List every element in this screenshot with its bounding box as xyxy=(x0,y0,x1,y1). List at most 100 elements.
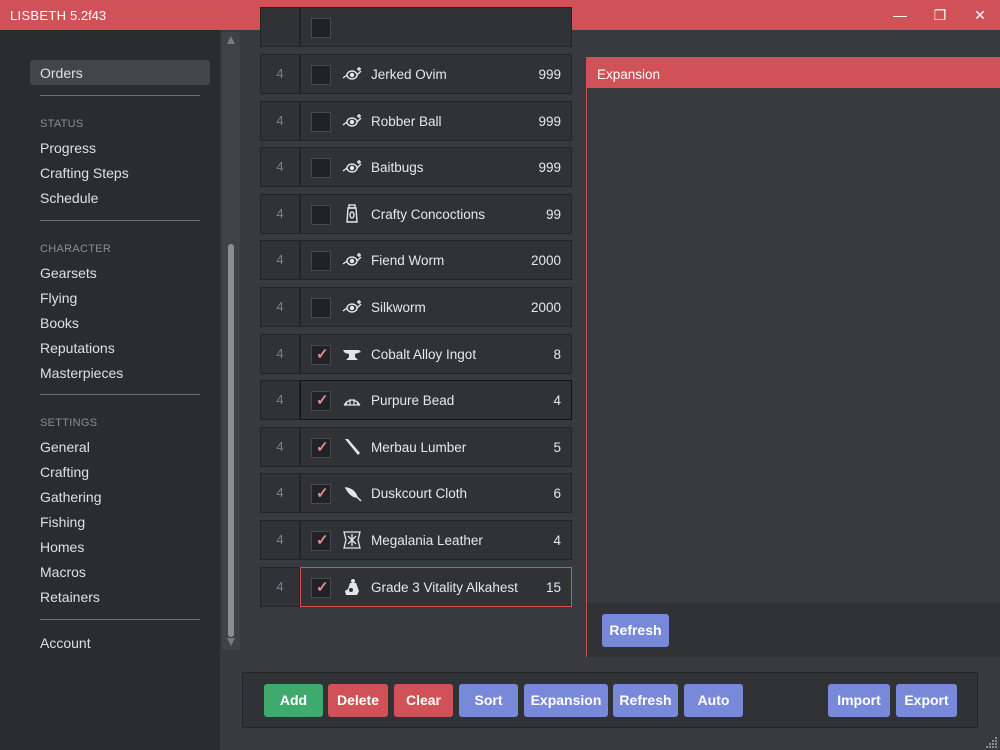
import-button[interactable]: Import xyxy=(828,684,890,717)
expansion-refresh-button[interactable]: Refresh xyxy=(602,614,669,647)
item-quantity: 999 xyxy=(538,114,561,129)
scroll-down-arrow-icon[interactable] xyxy=(227,638,235,646)
add-button[interactable]: Add xyxy=(264,684,323,717)
row-body[interactable]: Robber Ball 999 xyxy=(300,101,572,141)
close-button[interactable]: ✕ xyxy=(960,0,1000,30)
fishing-icon xyxy=(342,157,362,177)
list-item[interactable]: 4 ✓ Cobalt Alloy Ingot 8 xyxy=(260,334,572,374)
row-number xyxy=(260,7,300,47)
row-checkbox[interactable]: ✓ xyxy=(311,484,331,504)
sidebar-item-schedule[interactable]: Schedule xyxy=(40,190,98,206)
sidebar-item-fishing[interactable]: Fishing xyxy=(40,514,85,530)
scrollbar-thumb[interactable] xyxy=(228,244,234,637)
sidebar-item-orders[interactable]: Orders xyxy=(40,65,83,81)
crown-icon xyxy=(342,390,362,410)
section-label-settings: SETTINGS xyxy=(40,417,98,429)
row-checkbox[interactable] xyxy=(311,251,331,271)
row-body[interactable]: Jerked Ovim 999 xyxy=(300,54,572,94)
item-name: Silkworm xyxy=(371,300,426,315)
list-item[interactable]: 4 Silkworm 2000 xyxy=(260,287,572,327)
item-name: Cobalt Alloy Ingot xyxy=(371,347,477,362)
sidebar-item-general[interactable]: General xyxy=(40,439,90,455)
sort-button[interactable]: Sort xyxy=(459,684,518,717)
clear-button[interactable]: Clear xyxy=(394,684,453,717)
row-checkbox[interactable] xyxy=(311,65,331,85)
item-name: Megalania Leather xyxy=(371,533,483,548)
row-number: 4 xyxy=(260,473,300,513)
row-body[interactable] xyxy=(300,7,572,47)
item-name: Duskcourt Cloth xyxy=(371,486,468,501)
sidebar-item-retainers[interactable]: Retainers xyxy=(40,589,100,605)
row-checkbox[interactable] xyxy=(311,18,331,38)
refresh-button[interactable]: Refresh xyxy=(613,684,678,717)
expansion-panel-header: Expansion xyxy=(587,58,1000,88)
list-item[interactable]: 4 ✓ Merbau Lumber 5 xyxy=(260,427,572,467)
divider xyxy=(40,220,200,221)
row-body[interactable]: Silkworm 2000 xyxy=(300,287,572,327)
sidebar-item-gearsets[interactable]: Gearsets xyxy=(40,265,97,281)
list-item[interactable]: 4 Jerked Ovim 999 xyxy=(260,54,572,94)
row-checkbox[interactable]: ✓ xyxy=(311,578,331,598)
sidebar: Orders STATUS Progress Crafting Steps Sc… xyxy=(0,30,220,750)
item-name: Crafty Concoctions xyxy=(371,207,486,222)
row-checkbox[interactable] xyxy=(311,298,331,318)
row-checkbox[interactable]: ✓ xyxy=(311,345,331,365)
list-item[interactable]: 4 Fiend Worm 2000 xyxy=(260,240,572,280)
sidebar-item-masterpieces[interactable]: Masterpieces xyxy=(40,365,123,381)
saw-icon xyxy=(342,437,362,457)
row-body[interactable]: Fiend Worm 2000 xyxy=(300,240,572,280)
row-checkbox[interactable]: ✓ xyxy=(311,438,331,458)
sidebar-item-homes[interactable]: Homes xyxy=(40,539,84,555)
resize-grip-icon[interactable] xyxy=(986,736,998,748)
list-item[interactable]: 4 ✓ Grade 3 Vitality Alkahest 15 xyxy=(260,567,572,607)
row-number: 4 xyxy=(260,380,300,420)
row-body[interactable]: ✓ Cobalt Alloy Ingot 8 xyxy=(300,334,572,374)
row-checkbox[interactable]: ✓ xyxy=(311,391,331,411)
needle-icon xyxy=(342,483,362,503)
expansion-panel: Expansion Refresh xyxy=(586,57,1000,657)
list-item[interactable]: 4 Robber Ball 999 xyxy=(260,101,572,141)
sidebar-item-progress[interactable]: Progress xyxy=(40,140,96,156)
list-item[interactable]: 4 ✓ Duskcourt Cloth 6 xyxy=(260,473,572,513)
maximize-button[interactable]: ❐ xyxy=(920,0,960,30)
row-body[interactable]: Crafty Concoctions 99 xyxy=(300,194,572,234)
divider xyxy=(40,619,200,620)
row-body[interactable]: ✓ Duskcourt Cloth 6 xyxy=(300,473,572,513)
list-item[interactable] xyxy=(260,7,572,47)
auto-button[interactable]: Auto xyxy=(684,684,743,717)
list-item[interactable]: 4 ✓ Purpure Bead 4 xyxy=(260,380,572,420)
minimize-button[interactable]: — xyxy=(880,0,920,30)
app-name: LISBETH xyxy=(10,8,67,23)
list-item[interactable]: 4 Crafty Concoctions 99 xyxy=(260,194,572,234)
row-checkbox[interactable]: ✓ xyxy=(311,531,331,551)
row-body[interactable]: ✓ Grade 3 Vitality Alkahest 15 xyxy=(300,567,572,607)
expansion-button[interactable]: Expansion xyxy=(524,684,608,717)
list-item[interactable]: 4 Baitbugs 999 xyxy=(260,147,572,187)
row-checkbox[interactable] xyxy=(311,112,331,132)
item-quantity: 6 xyxy=(553,486,561,501)
row-number: 4 xyxy=(260,567,300,607)
section-label-status: STATUS xyxy=(40,118,84,130)
sidebar-item-reputations[interactable]: Reputations xyxy=(40,340,115,356)
sidebar-item-flying[interactable]: Flying xyxy=(40,290,77,306)
delete-button[interactable]: Delete xyxy=(328,684,388,717)
checkmark-icon: ✓ xyxy=(316,439,329,456)
scroll-up-arrow-icon[interactable] xyxy=(227,36,235,44)
row-body[interactable]: ✓ Megalania Leather 4 xyxy=(300,520,572,560)
sidebar-item-macros[interactable]: Macros xyxy=(40,564,86,580)
sidebar-item-crafting-steps[interactable]: Crafting Steps xyxy=(40,165,129,181)
sidebar-item-crafting[interactable]: Crafting xyxy=(40,464,89,480)
row-checkbox[interactable] xyxy=(311,158,331,178)
list-item[interactable]: 4 ✓ Megalania Leather 4 xyxy=(260,520,572,560)
alchemy-icon xyxy=(342,577,362,597)
row-checkbox[interactable] xyxy=(311,205,331,225)
sidebar-item-books[interactable]: Books xyxy=(40,315,79,331)
sidebar-item-gathering[interactable]: Gathering xyxy=(40,489,101,505)
row-body[interactable]: ✓ Purpure Bead 4 xyxy=(300,380,572,420)
row-body[interactable]: ✓ Merbau Lumber 5 xyxy=(300,427,572,467)
sidebar-item-account[interactable]: Account xyxy=(40,635,91,651)
item-quantity: 99 xyxy=(545,207,561,222)
export-button[interactable]: Export xyxy=(896,684,957,717)
row-body[interactable]: Baitbugs 999 xyxy=(300,147,572,187)
bottom-toolbar: Add Delete Clear Sort Expansion Refresh … xyxy=(242,672,978,728)
